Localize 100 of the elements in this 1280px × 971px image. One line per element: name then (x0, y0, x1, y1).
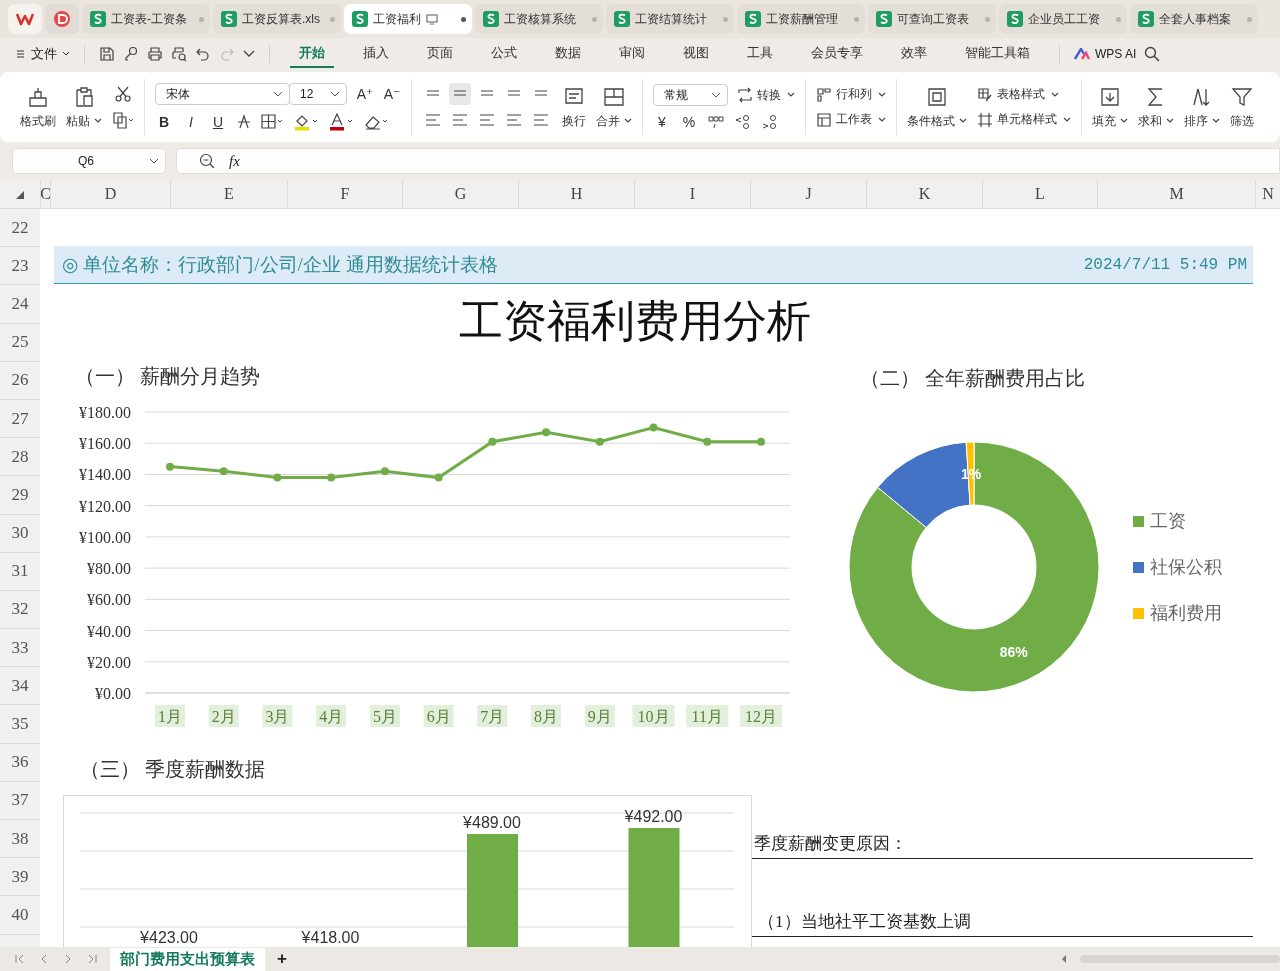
redo-icon[interactable] (219, 46, 235, 62)
scissors-icon[interactable] (114, 85, 132, 103)
formula-field[interactable]: fx (176, 148, 1280, 174)
worksheet-button[interactable]: 工作表 (816, 111, 886, 128)
merge-button[interactable]: 合并 (596, 85, 632, 129)
document-tab[interactable]: 工资反算表.xls (213, 4, 341, 34)
add-sheet-button[interactable]: + (277, 949, 287, 969)
column-header[interactable]: C (40, 180, 50, 208)
wrap-text-button[interactable]: 换行 (562, 85, 586, 129)
conditional-format-button[interactable]: 条件格式 (907, 85, 967, 129)
thousands-separator-icon[interactable] (707, 114, 725, 130)
number-format-button[interactable]: % (680, 114, 698, 130)
key-icon[interactable] (123, 46, 139, 62)
caret-icon[interactable] (243, 50, 255, 58)
menu-tab[interactable]: 开始 (290, 40, 334, 68)
column-header[interactable]: E (170, 180, 287, 208)
close-dot-icon[interactable] (461, 16, 466, 22)
close-dot-icon[interactable] (1116, 16, 1121, 22)
text-style-button[interactable]: U (209, 114, 227, 130)
column-header[interactable]: I (634, 180, 750, 208)
document-tab[interactable]: 全套人事档案 (1130, 4, 1258, 34)
menu-tab[interactable]: 工具 (738, 40, 782, 68)
font-color-icon[interactable] (329, 113, 355, 131)
number-format-select[interactable]: 常规 (653, 84, 728, 106)
close-dot-icon[interactable] (199, 16, 204, 22)
sheet-tab[interactable]: 部门费用支出预算表 (110, 947, 265, 971)
close-dot-icon[interactable] (592, 16, 597, 22)
document-tab[interactable]: 工资福利 (344, 4, 472, 34)
print-preview-icon[interactable] (171, 46, 187, 62)
close-dot-icon[interactable] (854, 16, 859, 22)
column-header[interactable]: D (50, 180, 170, 208)
close-dot-icon[interactable] (1247, 16, 1252, 22)
search-icon[interactable] (1144, 46, 1161, 62)
close-dot-icon[interactable] (985, 16, 990, 22)
close-dot-icon[interactable] (723, 16, 728, 22)
menu-tab[interactable]: 智能工具箱 (956, 40, 1039, 68)
menu-tab[interactable]: 数据 (546, 40, 590, 68)
last-sheet-icon[interactable] (86, 954, 98, 964)
zoom-icon[interactable] (199, 153, 215, 169)
print-icon[interactable] (147, 46, 163, 62)
scroll-left-icon[interactable] (1060, 954, 1068, 964)
document-tab[interactable]: 工资薪酬管理 (737, 4, 865, 34)
column-header[interactable]: J (750, 180, 866, 208)
text-style-button[interactable]: B (155, 114, 173, 130)
menu-tab[interactable]: 审阅 (610, 40, 654, 68)
strikethrough-icon[interactable] (236, 114, 252, 130)
document-tab[interactable]: 工资核算系统 (475, 4, 603, 34)
unit-name: ◎ 单位名称：行政部门/公司/企业 通用数据统计表格 (62, 252, 498, 277)
document-tab[interactable]: 工资表-工资条 (82, 4, 210, 34)
document-tab[interactable]: 可查询工资表 (868, 4, 996, 34)
menu-tab[interactable]: 页面 (418, 40, 462, 68)
column-header[interactable]: K (866, 180, 982, 208)
sum-button[interactable]: 求和 (1138, 85, 1174, 129)
column-header[interactable]: M (1097, 180, 1255, 208)
column-header[interactable]: F (287, 180, 402, 208)
font-size-button[interactable]: A⁺ (356, 86, 374, 102)
select-all-icon[interactable] (15, 190, 25, 200)
number-format-button[interactable]: ¥ (653, 114, 671, 130)
function-label[interactable]: fx (229, 152, 240, 170)
decrease-decimal-icon[interactable] (761, 114, 779, 130)
menu-tab[interactable]: 效率 (892, 40, 936, 68)
text-style-button[interactable]: I (182, 114, 200, 130)
menu-tab[interactable]: 会员专享 (802, 40, 872, 68)
menu-tab[interactable]: 视图 (674, 40, 718, 68)
undo-icon[interactable] (195, 46, 211, 62)
format-painter-button[interactable]: 格式刷 (20, 85, 56, 129)
rows-columns-button[interactable]: 行和列 (816, 86, 886, 103)
fill-color-icon[interactable] (294, 113, 320, 131)
increase-decimal-icon[interactable] (734, 114, 752, 130)
name-box[interactable]: Q6 (12, 148, 166, 174)
font-size-button[interactable]: A⁻ (383, 86, 401, 102)
caret-icon (1120, 118, 1128, 124)
font-size-select[interactable]: 12 (289, 83, 347, 105)
alignment-icon[interactable] (449, 83, 471, 105)
paste-button[interactable]: 粘贴 (66, 85, 102, 129)
app-tab[interactable] (8, 4, 42, 34)
column-header[interactable]: G (402, 180, 518, 208)
menu-tab[interactable]: 公式 (482, 40, 526, 68)
menu-tab[interactable]: 插入 (354, 40, 398, 68)
table-style-button[interactable]: 表格样式 (977, 86, 1059, 103)
convert-button[interactable]: 转换 (737, 86, 795, 104)
app-tab[interactable] (45, 4, 79, 34)
copy-icon[interactable] (112, 111, 134, 129)
document-tab[interactable]: 企业员工工资 (999, 4, 1127, 34)
save-icon[interactable] (99, 46, 115, 62)
filter-button[interactable]: 筛选 (1230, 85, 1254, 129)
tab-title: 可查询工资表 (897, 10, 969, 28)
column-header[interactable]: L (982, 180, 1097, 208)
first-sheet-icon[interactable] (14, 954, 26, 964)
file-menu[interactable]: 文件 (16, 45, 70, 63)
borders-icon[interactable] (261, 114, 285, 130)
fill-button[interactable]: 填充 (1092, 85, 1128, 129)
close-dot-icon[interactable] (330, 16, 335, 22)
axis-label: 3月 (262, 705, 293, 727)
column-header[interactable]: H (518, 180, 634, 208)
sort-button[interactable]: 排序 (1184, 85, 1220, 129)
ai-button[interactable]: WPS AI (1074, 47, 1137, 61)
document-tab[interactable]: 工资结算统计 (606, 4, 734, 34)
cell-style-button[interactable]: 单元格样式 (977, 111, 1071, 128)
column-header[interactable]: N (1255, 180, 1280, 208)
